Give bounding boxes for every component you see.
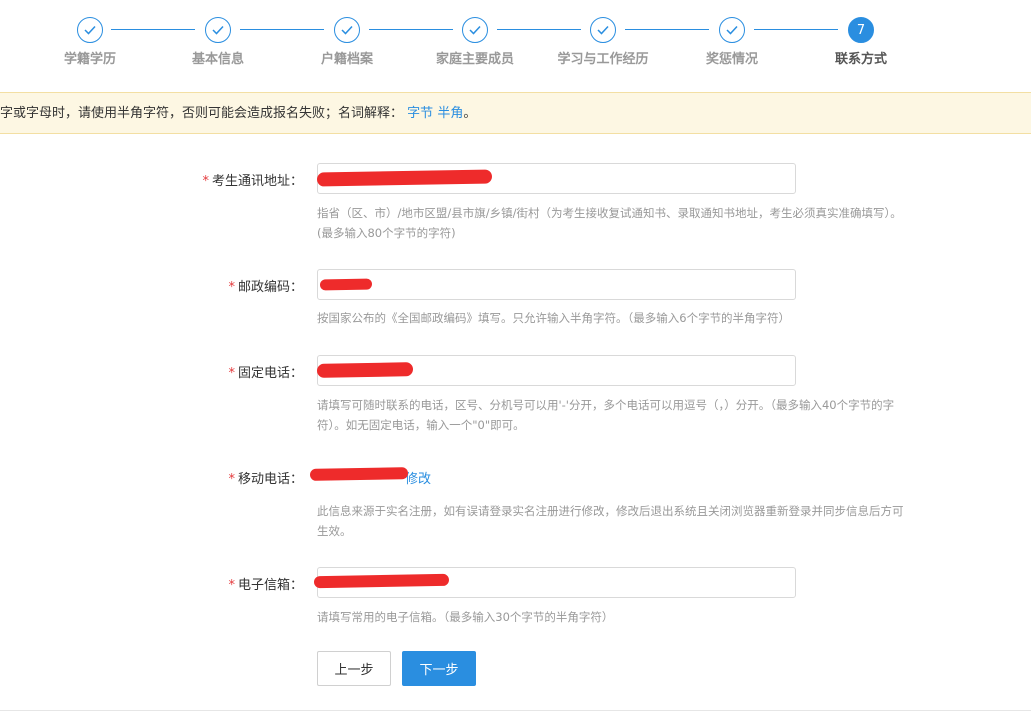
postcode-hint: 按国家公布的《全国邮政编码》填写。只允许输入半角字符。（最多输入6个字节的半角字…	[317, 311, 791, 325]
email-label: * 电子信箱：	[228, 578, 303, 593]
redaction-mark	[319, 278, 373, 291]
email-hint: 请填写常用的电子信箱。（最多输入30个字节的半角字符）	[317, 610, 614, 624]
postcode-label: * 邮政编码：	[228, 280, 303, 295]
step-connector	[240, 29, 324, 30]
step-label-family[interactable]: 家庭主要成员	[415, 48, 535, 67]
step-progress: 7 学籍学历 基本信息 户籍档案 家庭主要成员 学习与工作经历 奖惩情况 联系方…	[0, 0, 1031, 80]
bottom-divider	[0, 710, 1031, 711]
redaction-mark	[316, 362, 414, 378]
check-icon	[205, 17, 231, 43]
postcode-input[interactable]	[317, 269, 796, 300]
step-connector	[369, 29, 453, 30]
required-mark: *	[202, 174, 209, 189]
check-icon	[462, 17, 488, 43]
check-icon	[719, 17, 745, 43]
notice-text: 字或字母时，请使用半角字符，否则可能会造成报名失败；名词解释：	[0, 106, 404, 121]
step-number-current: 7	[848, 17, 874, 43]
step-label-education[interactable]: 学籍学历	[30, 48, 150, 67]
required-mark: *	[228, 366, 235, 381]
check-icon	[334, 17, 360, 43]
phone-label: * 固定电话：	[228, 366, 303, 381]
step-label-household[interactable]: 户籍档案	[287, 48, 407, 67]
step-label-rewards[interactable]: 奖惩情况	[672, 48, 792, 67]
step-connector	[625, 29, 709, 30]
link-half-width[interactable]: 半角	[437, 106, 463, 121]
required-mark: *	[228, 578, 235, 593]
address-label: * 考生通讯地址：	[202, 174, 303, 189]
step-connector	[754, 29, 838, 30]
mobile-edit-link[interactable]: 修改	[405, 472, 431, 487]
address-hint: 指省（区、市）/地市区盟/县市旗/乡镇/街村（为考生接收复试通知书、录取通知书地…	[317, 206, 902, 240]
phone-hint: 请填写可随时联系的电话，区号、分机号可以用'-'分开，多个电话可以用逗号（，）分…	[317, 398, 895, 432]
check-icon	[590, 17, 616, 43]
notice-banner: 字或字母时，请使用半角字符，否则可能会造成报名失败；名词解释： 字节 半角。	[0, 92, 1031, 134]
step-label-basic-info[interactable]: 基本信息	[158, 48, 278, 67]
step-label-study-work[interactable]: 学习与工作经历	[543, 48, 663, 67]
link-byte[interactable]: 字节	[407, 106, 433, 121]
mobile-label: * 移动电话：	[228, 472, 303, 487]
next-step-button[interactable]: 下一步	[402, 651, 476, 686]
required-mark: *	[228, 472, 235, 487]
required-mark: *	[228, 280, 235, 295]
step-connector	[111, 29, 195, 30]
notice-end: 。	[463, 106, 477, 121]
step-label-contact: 联系方式	[834, 52, 887, 67]
step-connector	[497, 29, 581, 30]
mobile-hint: 此信息来源于实名注册，如有误请登录实名注册进行修改，修改后退出系统且关闭浏览器重…	[317, 504, 904, 538]
redaction-mark	[313, 573, 450, 589]
redaction-mark	[309, 467, 409, 481]
check-icon	[77, 17, 103, 43]
prev-step-button[interactable]: 上一步	[317, 651, 391, 686]
